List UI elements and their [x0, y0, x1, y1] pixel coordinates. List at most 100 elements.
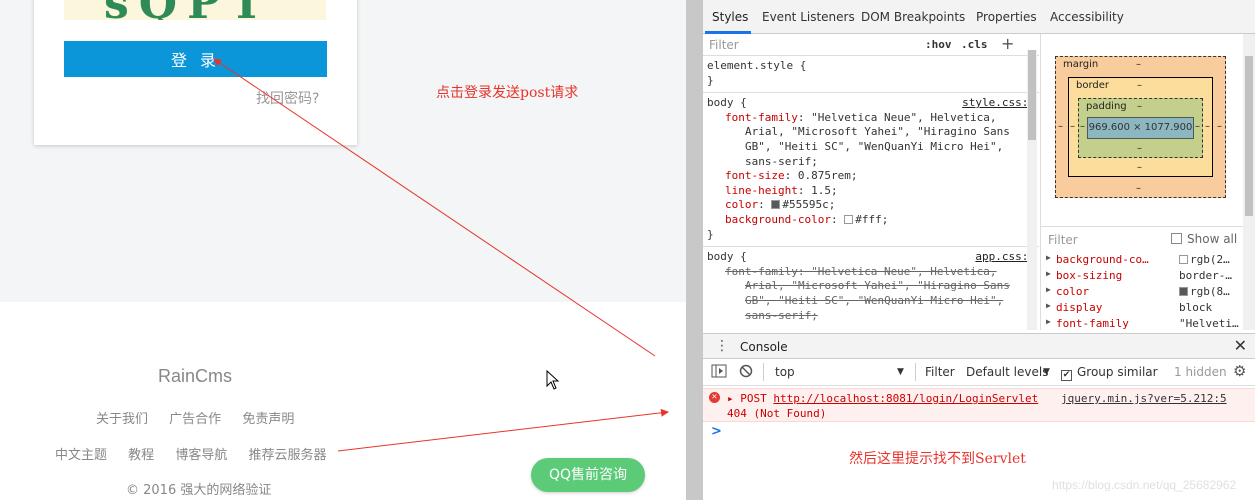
tab-dom-breakpoints[interactable]: DOM Breakpoints: [861, 10, 965, 24]
drawer-tabbar: ⋮ Console ✕: [703, 333, 1255, 359]
error-source-link[interactable]: jquery.min.js?ver=5.212:5: [1061, 392, 1227, 405]
qq-consult-button[interactable]: QQ售前咨询: [531, 458, 645, 492]
computed-row[interactable]: ▶ background-co… rgb(2…: [1041, 252, 1246, 268]
computed-properties-list: ▶ background-co… rgb(2… ▶ box-sizing border-…: [1041, 252, 1246, 332]
decl-overridden[interactable]: font-family: "Helvetica Neue", Helvetica…: [707, 265, 1035, 280]
login-card: sQPT 登 录 找回密码?: [34, 0, 357, 145]
footer-link-cloud-servers[interactable]: 推荐云服务器: [248, 448, 326, 463]
mouse-cursor-icon: [546, 370, 560, 390]
error-icon: ✕: [709, 392, 720, 403]
computed-row[interactable]: ▶ font-family "Helveti…: [1041, 316, 1246, 332]
decl-overridden-cont: GB", "Heiti SC", "WenQuanYi Micro Hei",: [745, 293, 1004, 307]
border-top-value: –: [1137, 80, 1142, 91]
show-all-checkbox[interactable]: Show all: [1171, 232, 1237, 246]
annotation-servlet-not-found: 然后这里提示找不到Servlet: [849, 451, 1026, 467]
decl-background-color[interactable]: background-color: #fff;: [707, 213, 1035, 228]
class-toggle[interactable]: .cls: [961, 38, 988, 51]
footer-link-about[interactable]: 关于我们: [96, 412, 148, 427]
expand-arrow-icon[interactable]: ▶: [1046, 285, 1051, 294]
computed-row[interactable]: ▶ box-sizing border-…: [1041, 268, 1246, 284]
login-button[interactable]: 登 录: [64, 41, 327, 77]
computed-row[interactable]: ▶ display block: [1041, 300, 1246, 316]
footer-link-tutorials[interactable]: 教程: [128, 448, 154, 463]
border-right-value: –: [1205, 121, 1210, 132]
tab-properties[interactable]: Properties: [976, 10, 1037, 24]
decl-line-height[interactable]: line-height: 1.5;: [707, 184, 1035, 199]
footer-link-ads[interactable]: 广告合作: [169, 412, 221, 427]
rule-close: }: [707, 227, 714, 241]
log-levels-dropdown[interactable]: Default levels: [966, 365, 1048, 379]
styles-filter-bar: Filter :hov .cls +: [703, 34, 1039, 56]
footer-brand[interactable]: RainCms: [158, 366, 232, 387]
close-drawer-icon[interactable]: ✕: [1234, 336, 1247, 355]
panel-splitter[interactable]: [686, 0, 703, 500]
element-style-rule: element.style { }: [703, 56, 1039, 94]
tab-styles[interactable]: Styles: [712, 10, 748, 24]
sidebar-toggle-icon[interactable]: [711, 364, 727, 381]
error-request-line: ▸ POST http://localhost:8081/login/Login…: [727, 392, 1039, 405]
clear-console-icon[interactable]: [739, 364, 753, 381]
color-swatch[interactable]: [844, 214, 854, 224]
computed-filter-bar: Filter Show all: [1041, 226, 1255, 250]
expand-arrow-icon[interactable]: ▶: [1046, 317, 1051, 326]
tab-accessibility[interactable]: Accessibility: [1050, 10, 1124, 24]
decl-font-family-cont: GB", "Heiti SC", "WenQuanYi Micro Hei",: [745, 139, 1004, 153]
captcha-glyphs: sQPT: [104, 0, 273, 20]
padding-left-value: –: [1080, 121, 1085, 132]
forgot-password-link[interactable]: 找回密码?: [256, 88, 319, 108]
styles-scrollbar[interactable]: [1027, 50, 1037, 330]
padding-top-value: –: [1137, 101, 1142, 112]
computed-row[interactable]: ▶ color rgb(8…: [1041, 284, 1246, 300]
border-label: border: [1076, 80, 1110, 91]
rule-source-link[interactable]: style.css:1: [962, 96, 1035, 111]
color-swatch: [1179, 287, 1188, 296]
box-model-padding: padding – – – – 969.600 × 1077.900: [1078, 98, 1203, 158]
scroll-thumb[interactable]: [1245, 56, 1253, 216]
error-url-link[interactable]: http://localhost:8081/login/LoginServlet: [773, 392, 1038, 405]
gear-icon[interactable]: ⚙: [1233, 362, 1246, 380]
new-rule-icon[interactable]: +: [1001, 34, 1014, 53]
footer-link-disclaimer[interactable]: 免责声明: [242, 412, 294, 427]
more-menu-icon[interactable]: ⋮: [715, 338, 729, 354]
decl-font-family-cont: Arial, "Microsoft Yahei", "Hiragino Sans: [745, 125, 1010, 139]
tab-console[interactable]: Console: [740, 340, 788, 354]
margin-top-value: –: [1136, 59, 1141, 70]
footer-link-themes[interactable]: 中文主题: [55, 448, 107, 463]
expand-arrow-icon[interactable]: ▶: [1046, 301, 1051, 310]
checkbox-icon: [1171, 233, 1182, 244]
captcha-image[interactable]: sQPT: [64, 0, 326, 20]
error-status: 404 (Not Found): [727, 407, 827, 420]
decl-color[interactable]: color: #55595c;: [707, 198, 1035, 213]
footer-link-blog-nav[interactable]: 博客导航: [175, 448, 227, 463]
watermark: https://blog.csdn.net/qq_25682962: [1052, 478, 1237, 492]
padding-bottom-value: –: [1137, 143, 1142, 154]
annotation-login-post: 点击登录发送post请求: [436, 85, 579, 101]
computed-filter-input[interactable]: Filter: [1048, 233, 1078, 247]
context-selector[interactable]: top: [775, 365, 795, 379]
group-similar-checkbox[interactable]: ✔ Group similar: [1061, 365, 1158, 381]
tab-event-listeners[interactable]: Event Listeners: [762, 10, 855, 24]
color-swatch: [1179, 255, 1188, 264]
decl-font-size[interactable]: font-size: 0.875rem;: [707, 169, 1035, 184]
padding-label: padding: [1086, 101, 1127, 112]
footer-links-row2: 中文主题 教程 博客导航 推荐云服务器: [55, 444, 343, 463]
margin-left-value: –: [1058, 121, 1063, 132]
hover-state-toggle[interactable]: :hov: [925, 38, 952, 51]
expand-arrow-icon[interactable]: ▶: [1046, 253, 1051, 262]
decl-overridden-cont: sans-serif;: [745, 308, 818, 322]
scroll-thumb[interactable]: [1028, 50, 1036, 140]
toolbar-separator: [915, 363, 916, 381]
box-model-content-size[interactable]: 969.600 × 1077.900: [1087, 117, 1194, 139]
chevron-down-icon[interactable]: ▼: [1043, 367, 1050, 377]
box-model-margin: margin – – – – border – – – – padding – …: [1055, 56, 1226, 198]
expand-arrow-icon[interactable]: ▶: [1046, 269, 1051, 278]
console-prompt[interactable]: >: [711, 424, 722, 439]
footer-links-row1: 关于我们 广告合作 免责声明: [96, 408, 311, 427]
console-filter-input[interactable]: Filter: [925, 365, 955, 379]
chevron-down-icon[interactable]: ▼: [897, 367, 904, 377]
computed-scrollbar[interactable]: [1243, 34, 1255, 330]
styles-filter-input[interactable]: Filter: [709, 38, 739, 52]
styles-pane: Filter :hov .cls + element.style { } sty…: [703, 34, 1039, 330]
color-swatch[interactable]: [771, 200, 781, 210]
decl-font-family[interactable]: font-family: "Helvetica Neue", Helvetica…: [707, 111, 1035, 126]
